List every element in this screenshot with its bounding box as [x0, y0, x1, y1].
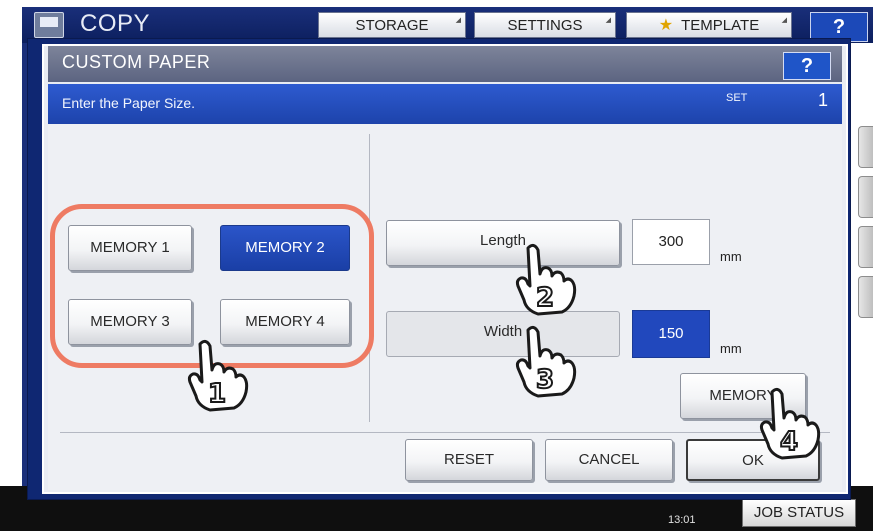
set-count: 1	[818, 90, 829, 110]
hand-pointer-icon-step-1: 1	[187, 339, 249, 412]
length-unit: mm	[720, 249, 742, 264]
tab-storage[interactable]: STORAGE ◢	[318, 12, 466, 38]
length-button[interactable]: Length	[386, 220, 620, 266]
cancel-button[interactable]: CANCEL	[545, 439, 673, 481]
app-title: COPY	[80, 10, 151, 37]
dialog-title: CUSTOM PAPER	[62, 52, 211, 72]
tab-settings-label: SETTINGS	[507, 17, 583, 34]
hand-pointer-icon-step-3: 3	[515, 325, 577, 398]
hand-pointer-icon-step-2: 2	[515, 243, 577, 316]
star-icon: ★	[658, 17, 674, 34]
tab-template-arrow-icon: ◢	[781, 17, 787, 24]
clock: 13:01	[668, 514, 696, 526]
width-value-field[interactable]: 150	[632, 310, 710, 358]
side-tab-2[interactable]	[858, 176, 873, 218]
step-3-label: 3	[536, 365, 554, 395]
step-2-label: 2	[536, 283, 554, 313]
step-1-label: 1	[208, 379, 226, 409]
reset-button[interactable]: RESET	[405, 439, 533, 481]
tab-template-label: TEMPLATE	[681, 17, 760, 34]
tab-template[interactable]: ★ TEMPLATE ◢	[626, 12, 792, 38]
job-status-button[interactable]: JOB STATUS	[742, 499, 856, 527]
tab-settings[interactable]: SETTINGS ◢	[474, 12, 616, 38]
width-button[interactable]: Width	[386, 311, 620, 357]
tab-storage-label: STORAGE	[355, 17, 429, 34]
tab-storage-arrow-icon: ◢	[455, 17, 461, 24]
horizontal-divider	[60, 432, 830, 433]
side-tab-4[interactable]	[858, 276, 873, 318]
set-label: SET	[726, 92, 748, 104]
copy-mode-icon	[34, 12, 64, 38]
width-unit: mm	[720, 341, 742, 356]
dialog-help-button[interactable]: ?	[783, 52, 831, 80]
length-value-field[interactable]: 300	[632, 219, 710, 265]
memory-1-button[interactable]: MEMORY 1	[68, 225, 192, 271]
side-tab-1[interactable]	[858, 126, 873, 168]
instruction-text: Enter the Paper Size.	[62, 95, 196, 111]
hand-pointer-icon-step-4: 4	[759, 387, 821, 460]
tab-settings-arrow-icon: ◢	[605, 17, 611, 24]
memory-3-button[interactable]: MEMORY 3	[68, 299, 192, 345]
memory-2-button[interactable]: MEMORY 2	[220, 225, 350, 271]
side-tab-3[interactable]	[858, 226, 873, 268]
step-4-label: 4	[780, 427, 798, 457]
